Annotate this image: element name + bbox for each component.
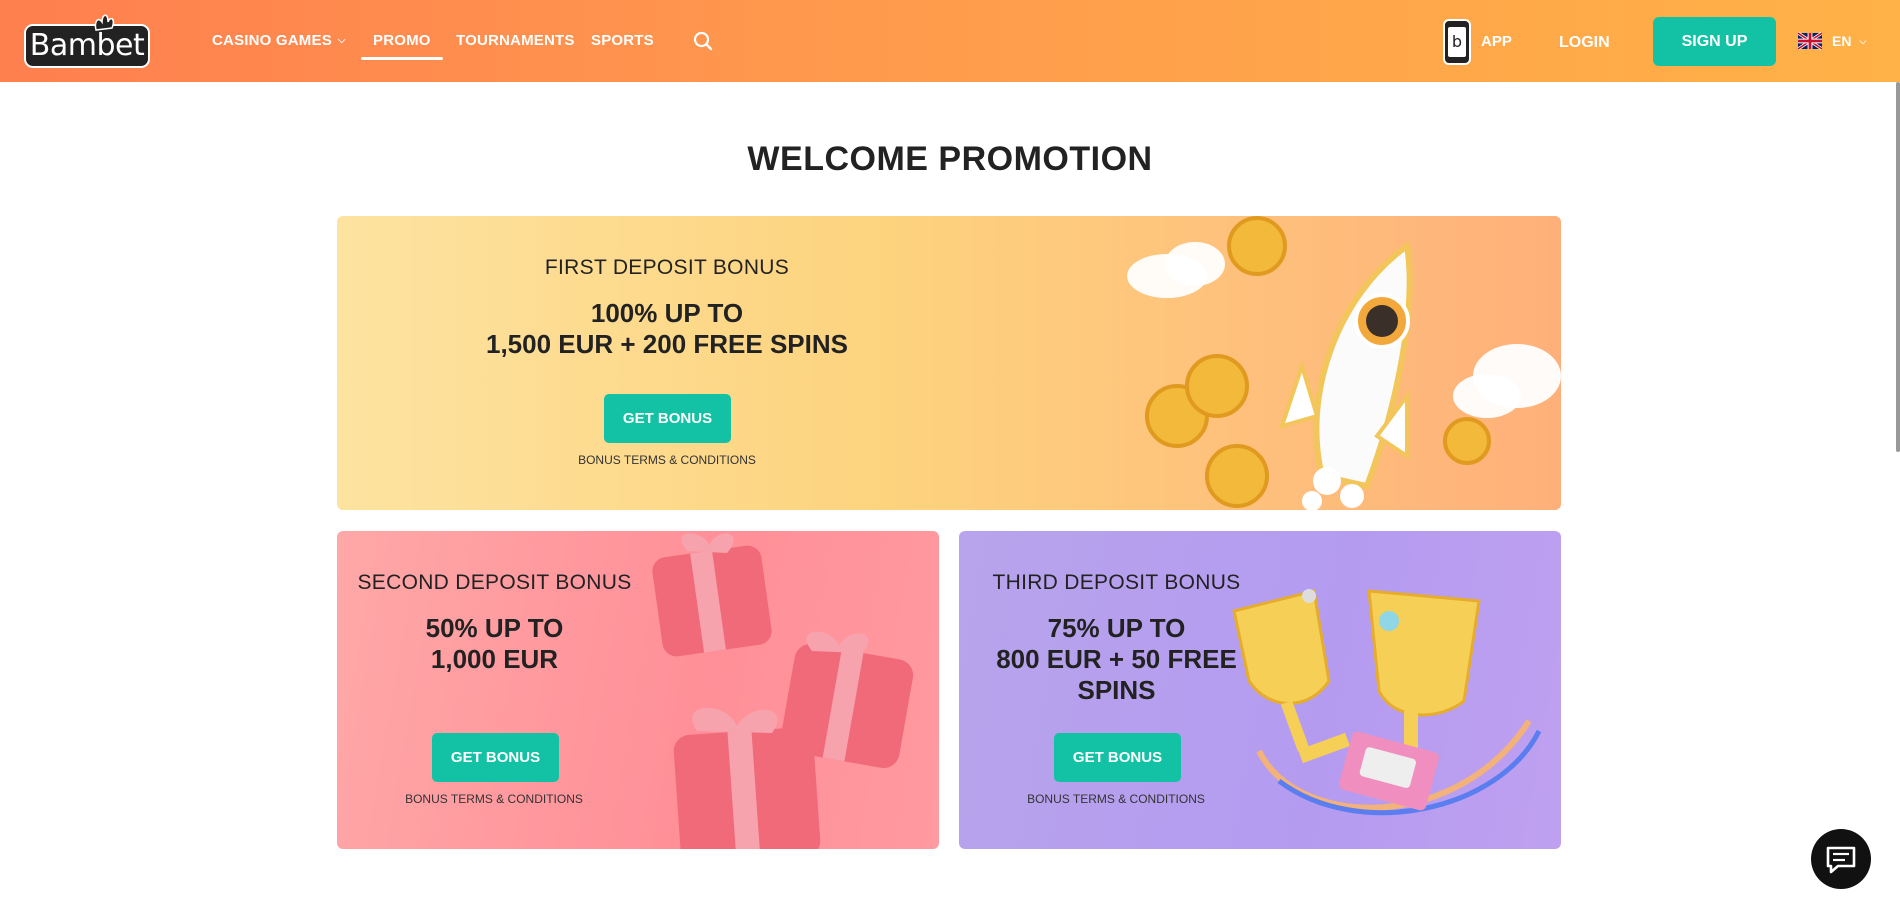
chat-button[interactable] — [1811, 829, 1871, 889]
get-bonus-button[interactable]: GET BONUS — [1054, 733, 1181, 782]
search-icon[interactable] — [692, 30, 714, 52]
phone-app-icon[interactable]: b — [1443, 19, 1471, 65]
page-title: WELCOME PROMOTION — [747, 140, 1153, 178]
chevron-down-icon: ⌵ — [1859, 36, 1867, 46]
language-label: EN — [1832, 33, 1852, 49]
app-link[interactable]: APP — [1481, 33, 1512, 50]
promo-card-third-deposit: THIRD DEPOSIT BONUS 75% UP TO 800 EUR + … — [959, 531, 1561, 849]
bonus-offer-line2: 1,000 EUR — [430, 644, 559, 674]
nav-tournaments-label: TOURNAMENTS — [456, 32, 575, 49]
bonus-terms-link[interactable]: BONUS TERMS & CONDITIONS — [1016, 792, 1216, 806]
nav-promo[interactable]: PROMO — [361, 32, 443, 60]
uk-flag-icon[interactable] — [1798, 32, 1822, 50]
nav-casino-games-label: CASINO GAMES — [212, 32, 332, 49]
gifts-illustration — [652, 533, 914, 849]
bambet-logo[interactable]: Bambet — [24, 14, 150, 68]
chevron-down-icon: ⌵ — [337, 35, 346, 46]
phone-app-glyph: b — [1448, 27, 1466, 57]
logo-leaf-icon — [94, 14, 115, 31]
bonus-terms-link[interactable]: BONUS TERMS & CONDITIONS — [567, 453, 767, 467]
site-header: Bambet CASINO GAMES ⌵ PROMO TOURNAMENTS S… — [0, 0, 1900, 82]
get-bonus-button[interactable]: GET BONUS — [432, 733, 559, 782]
bonus-terms-link[interactable]: BONUS TERMS & CONDITIONS — [394, 792, 594, 806]
first-deposit-text: FIRST DEPOSIT BONUS 100% UP TO 1,500 EUR… — [337, 256, 997, 360]
logo-text: Bambet — [29, 28, 145, 63]
bonus-offer-line2: 1,500 EUR + 200 FREE SPINS — [485, 329, 848, 359]
bonus-offer-line1: 50% UP TO — [425, 613, 564, 643]
chat-icon — [1826, 846, 1856, 874]
promo-card-first-deposit: FIRST DEPOSIT BONUS 100% UP TO 1,500 EUR… — [337, 216, 1561, 510]
login-button[interactable]: LOGIN — [1559, 34, 1610, 52]
bonus-offer-line1: 100% UP TO — [590, 298, 744, 328]
nav-tournaments[interactable]: TOURNAMENTS — [456, 32, 575, 49]
nav-promo-label: PROMO — [373, 32, 431, 49]
signup-button[interactable]: SIGN UP — [1653, 17, 1776, 66]
get-bonus-button[interactable]: GET BONUS — [604, 394, 731, 443]
trophies-illustration — [1232, 589, 1542, 816]
second-deposit-text: SECOND DEPOSIT BONUS 50% UP TO 1,000 EUR — [337, 571, 652, 675]
nav-sports[interactable]: SPORTS — [591, 32, 654, 49]
language-selector[interactable]: EN ⌵ — [1832, 33, 1866, 49]
rocket-illustration — [1127, 216, 1561, 510]
promo-card-second-deposit: SECOND DEPOSIT BONUS 50% UP TO 1,000 EUR… — [337, 531, 939, 849]
page-scrollbar[interactable] — [1896, 82, 1900, 452]
nav-casino-games[interactable]: CASINO GAMES ⌵ — [212, 32, 346, 49]
nav-sports-label: SPORTS — [591, 32, 654, 49]
bonus-name: FIRST DEPOSIT BONUS — [544, 256, 790, 279]
bonus-name: SECOND DEPOSIT BONUS — [357, 571, 632, 594]
